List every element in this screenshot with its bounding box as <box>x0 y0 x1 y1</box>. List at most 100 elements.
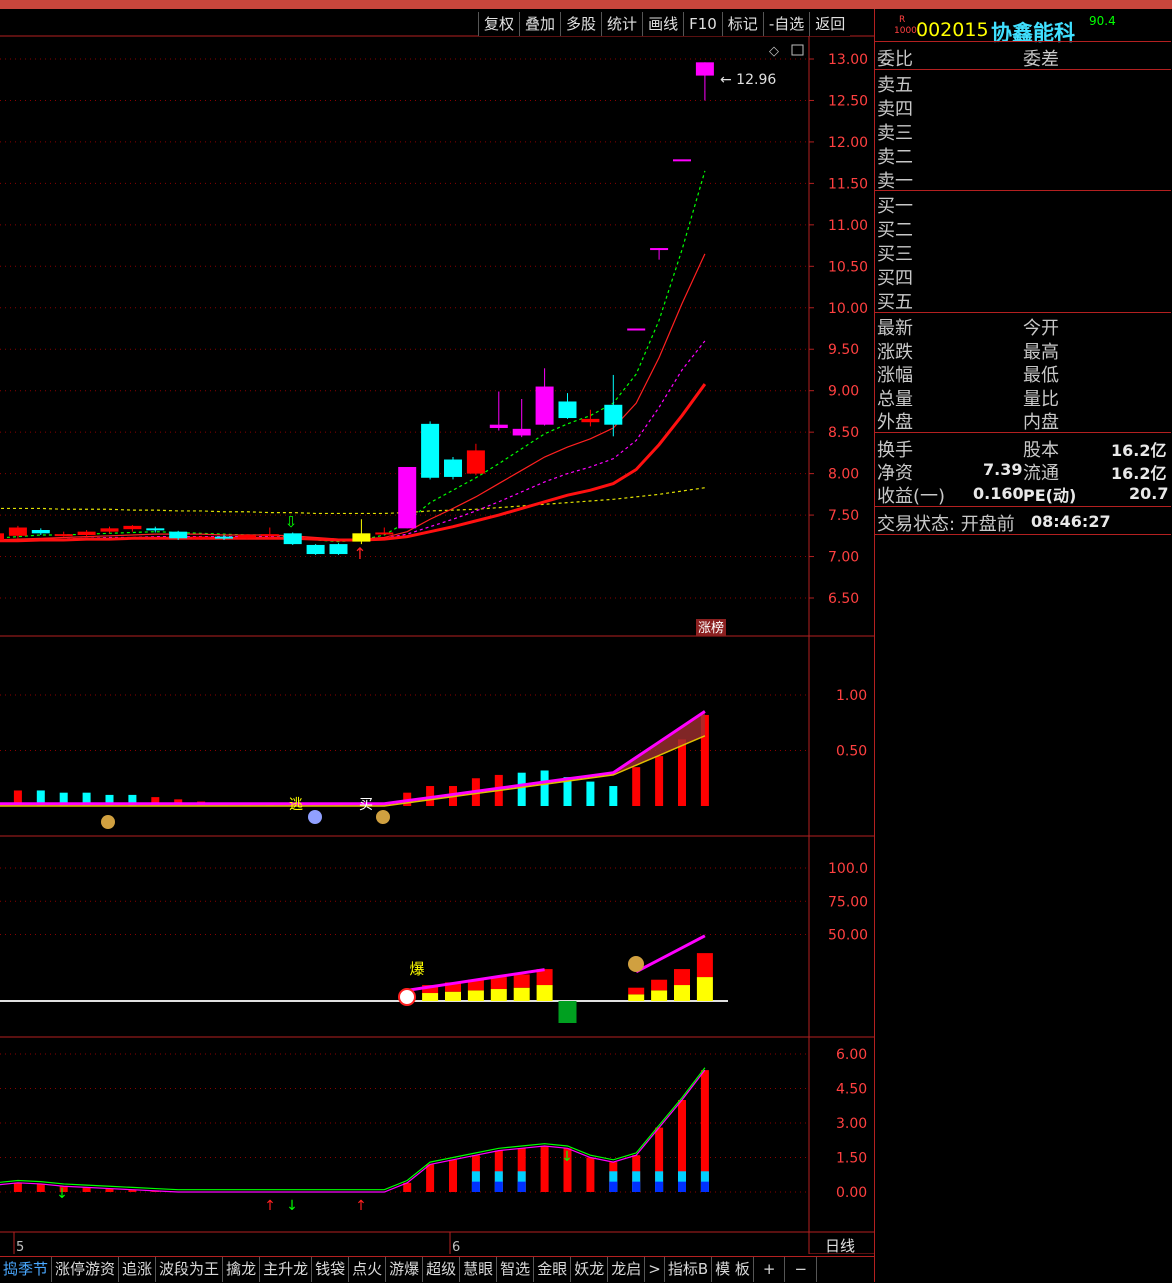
indicator-tab-13[interactable]: 妖龙 <box>571 1257 609 1282</box>
sell-level-label-1: 卖四 <box>877 99 913 120</box>
indicator-tab-8[interactable]: 游爆 <box>386 1257 424 1282</box>
indicator-tab-2[interactable]: 追涨 <box>119 1257 157 1282</box>
indicator-tab-18[interactable]: + <box>754 1257 786 1282</box>
diamond-icon: ◇ <box>769 44 779 59</box>
candle-body <box>215 536 233 539</box>
indicator-tab-0[interactable]: 捣季节 <box>0 1257 53 1282</box>
ind2-bar-yellow <box>674 985 690 1001</box>
candle-body <box>283 533 302 545</box>
indicator-tab-4[interactable]: 擒龙 <box>223 1257 261 1282</box>
ind3-bar-blue <box>471 1181 480 1192</box>
toolbar-button-6[interactable]: 标记 <box>721 12 763 36</box>
price-axis-label: 6.50 <box>828 591 859 607</box>
toolbar-button-0[interactable]: 复权 <box>478 12 520 36</box>
indicator-tab-12[interactable]: 金眼 <box>534 1257 572 1282</box>
escape-marker: 逃 <box>289 797 303 813</box>
toolbar-button-3[interactable]: 统计 <box>601 12 643 36</box>
stat-right-label-2: 最低 <box>1023 365 1059 386</box>
indicator-tab-11[interactable]: 智选 <box>497 1257 535 1282</box>
separator <box>875 69 1171 70</box>
toolbar-button-8[interactable]: 返回 <box>809 12 851 36</box>
ind2-bar-yellow <box>536 985 553 1001</box>
separator <box>875 506 1171 507</box>
stat-left-label-2: 涨幅 <box>877 365 913 386</box>
toolbar-button-1[interactable]: 叠加 <box>519 12 561 36</box>
buy-marker: 买 <box>359 797 373 813</box>
up-arrow-icon: ↑ <box>264 1198 276 1214</box>
ind2-axis-label: 50.00 <box>828 928 868 944</box>
price-max-label: ← 12.96 <box>720 72 776 88</box>
eps-value: 0.160 <box>973 484 1024 503</box>
ind2-bar-yellow <box>651 990 668 1001</box>
kline-chart-area[interactable]: 13.00 12.50 12.00 11.50 11.00 10.50 10.00 9.50 9… <box>0 9 874 1255</box>
indicator-tab-6[interactable]: 钱袋 <box>312 1257 350 1282</box>
separator <box>875 41 1171 42</box>
trade-state-label: 交易状态: 开盘前 <box>877 514 1015 535</box>
candle-body <box>398 466 417 529</box>
date-label: 5 <box>16 1240 24 1254</box>
price-axis-label: 13.00 <box>828 52 868 68</box>
ind3-bar <box>426 1164 435 1192</box>
toolbar-button-4[interactable]: 画线 <box>642 12 684 36</box>
ind2-bar-green <box>558 1001 577 1023</box>
share-capital-value: 16.2亿 <box>1111 441 1167 460</box>
ind2-bar-yellow <box>490 989 507 1001</box>
ind1-bar <box>655 756 664 806</box>
ma-thick-line <box>0 383 707 543</box>
ind3-bar-blue <box>494 1181 503 1192</box>
ind3-bar <box>13 1182 22 1192</box>
period-label: 日线 <box>825 1237 855 1254</box>
up-arrow-icon: ↑ <box>353 544 366 563</box>
ma-red-line <box>0 253 706 541</box>
eps-label: 收益(一) <box>877 486 946 507</box>
toolbar-button-7[interactable]: -自选 <box>762 12 810 36</box>
candle-body <box>466 450 485 474</box>
ind1-bar <box>609 786 618 806</box>
separator <box>875 534 1171 535</box>
ind3-bar-blue <box>517 1181 526 1192</box>
ma-green-line <box>0 170 706 543</box>
candle-body <box>192 536 211 539</box>
indicator-tab-16[interactable]: 指标B <box>665 1257 713 1282</box>
indicator-tab-14[interactable]: 龙启 <box>608 1257 646 1282</box>
candle-body <box>123 525 142 530</box>
candle-body <box>444 459 462 477</box>
toolbar-button-2[interactable]: 多股 <box>560 12 602 36</box>
trade-state-time: 08:46:27 <box>1031 512 1111 531</box>
indicator-tab-17[interactable]: 模 板 <box>712 1257 754 1282</box>
indicator-tab-9[interactable]: 超级 <box>423 1257 461 1282</box>
indicator-tab-5[interactable]: 主升龙 <box>260 1257 313 1282</box>
ind2-bar-red <box>651 979 668 991</box>
toolbar-button-5[interactable]: F10 <box>683 12 722 36</box>
stat-left-label-4: 外盘 <box>877 412 913 433</box>
buy-level-label-1: 买二 <box>877 220 913 241</box>
ind3-bar-blue <box>700 1181 709 1192</box>
ind2-line-b <box>635 934 706 974</box>
order-diff-label: 委差 <box>1023 49 1059 70</box>
indicator-tab-1[interactable]: 涨停游资 <box>52 1257 120 1282</box>
indicator-tab-15[interactable]: > <box>645 1257 665 1282</box>
stat-right-label-1: 最高 <box>1023 341 1059 363</box>
ind2-bar-yellow <box>422 993 439 1001</box>
indicator-tab-3[interactable]: 波段为王 <box>156 1257 224 1282</box>
explode-marker: 爆 <box>409 960 424 978</box>
stat-left-label-0: 最新 <box>877 318 913 339</box>
buy-level-label-2: 买三 <box>877 244 913 265</box>
ind1-bar <box>678 739 686 806</box>
stat-right-label-0: 今开 <box>1023 318 1059 339</box>
price-axis-label: 12.50 <box>828 93 868 109</box>
chart-canvas[interactable]: 13.00 12.50 12.00 11.50 11.00 10.50 10.00 9.50 9… <box>0 9 874 1255</box>
candle-body <box>237 534 256 539</box>
stock-name[interactable]: 协鑫能科 <box>991 17 1075 47</box>
separator <box>875 312 1171 313</box>
candle-body <box>512 428 531 436</box>
indicator-tab-19[interactable]: − <box>785 1257 818 1282</box>
sad-face-icon <box>308 810 322 824</box>
indicator-tab-7[interactable]: 点火 <box>349 1257 387 1282</box>
title-strip <box>0 0 1172 9</box>
ind1-bar <box>517 772 526 806</box>
ind2-bar-yellow <box>628 994 645 1001</box>
stock-code[interactable]: 002015 <box>916 19 989 41</box>
indicator-tab-10[interactable]: 慧眼 <box>460 1257 498 1282</box>
stat-left-label-1: 涨跌 <box>877 341 913 363</box>
